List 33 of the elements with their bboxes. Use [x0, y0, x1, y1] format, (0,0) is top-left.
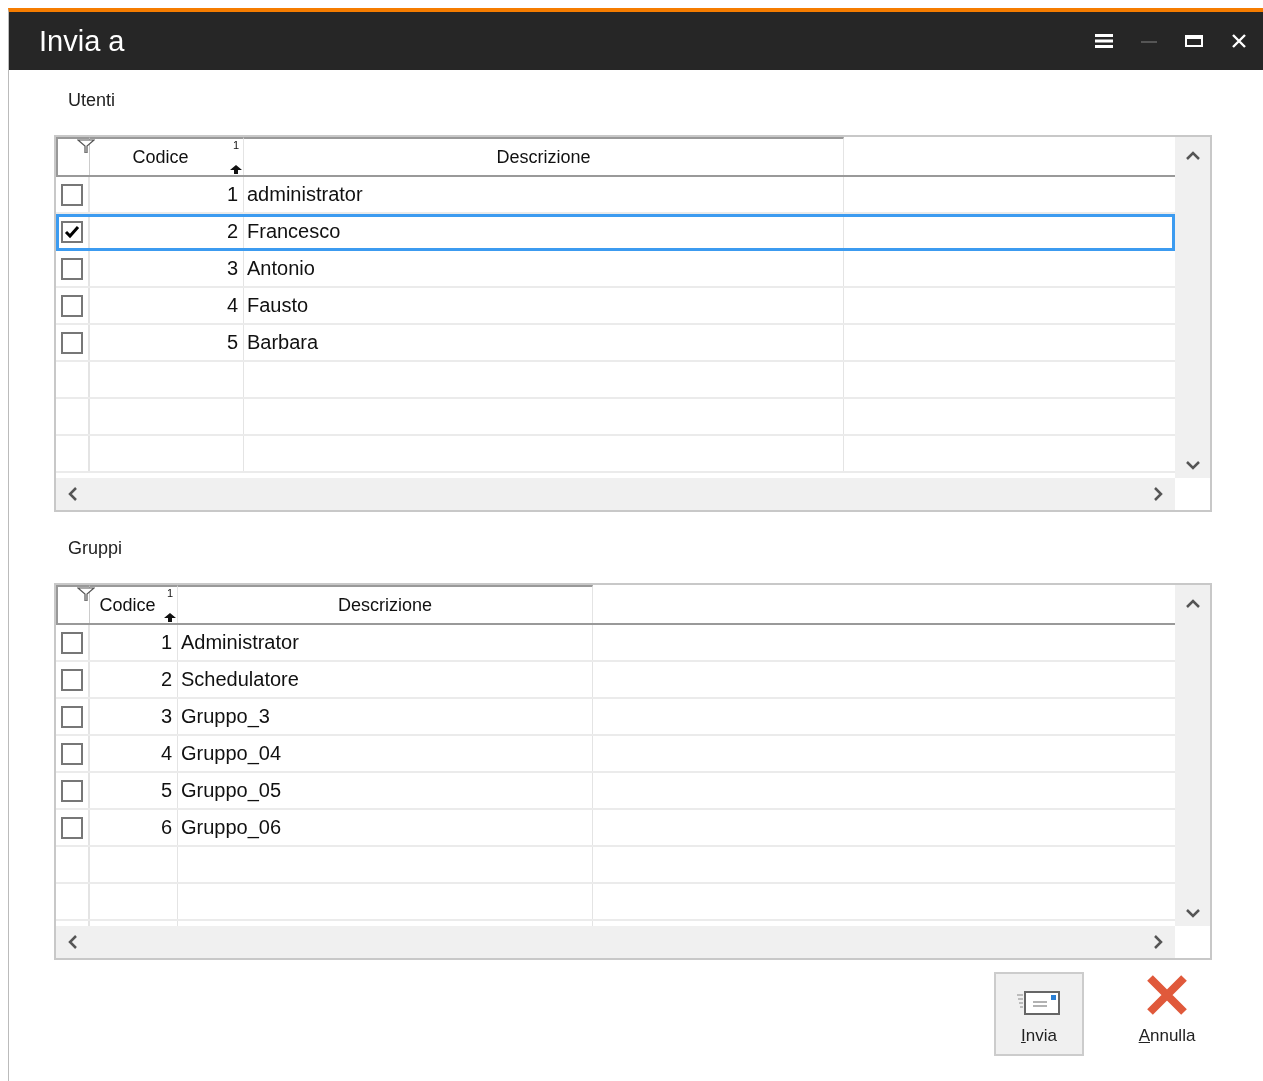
table-cell: 4: [226, 294, 238, 317]
section-label: Gruppi: [68, 538, 124, 559]
column-header[interactable]: Codice 1: [90, 137, 244, 175]
table-cell-text: administrator: [246, 183, 363, 206]
table-cell: 3: [226, 257, 238, 280]
send-button[interactable]: Invia: [994, 972, 1084, 1056]
section-label: Utenti: [68, 90, 117, 111]
table-cell: 2: [226, 220, 238, 243]
column-header[interactable]: Descrizione: [244, 137, 844, 175]
table-cell-text: Schedulatore: [180, 668, 299, 691]
table-cell: 1: [226, 183, 238, 206]
table-cell-text: Gruppo_05: [180, 779, 282, 802]
table-cell-text: Francesco: [246, 220, 341, 243]
table-cell: 6: [160, 816, 172, 839]
sort-order: 1: [232, 139, 239, 151]
table-cell-text: Gruppo_3: [180, 705, 270, 728]
table-cell-text: Antonio: [246, 257, 315, 280]
window-title: Invia a: [39, 24, 125, 58]
table-cell-text: Gruppo_04: [180, 742, 282, 765]
table-cell-text: Fausto: [246, 294, 309, 317]
table-cell: 5: [160, 779, 172, 802]
sort-order: 1: [166, 587, 173, 599]
table-cell-text: Gruppo_06: [180, 816, 282, 839]
table-cell-text: Administrator: [180, 631, 299, 654]
cancel-button[interactable]: Annulla: [1122, 972, 1212, 1056]
table-cell: 3: [160, 705, 172, 728]
column-header[interactable]: Codice 1: [90, 585, 178, 623]
table-cell: 2: [160, 668, 172, 691]
column-header[interactable]: Descrizione: [178, 585, 593, 623]
table-cell: 4: [160, 742, 172, 765]
table-cell-text: Barbara: [246, 331, 319, 354]
table-cell: 1: [160, 631, 172, 654]
table-cell: 5: [226, 331, 238, 354]
